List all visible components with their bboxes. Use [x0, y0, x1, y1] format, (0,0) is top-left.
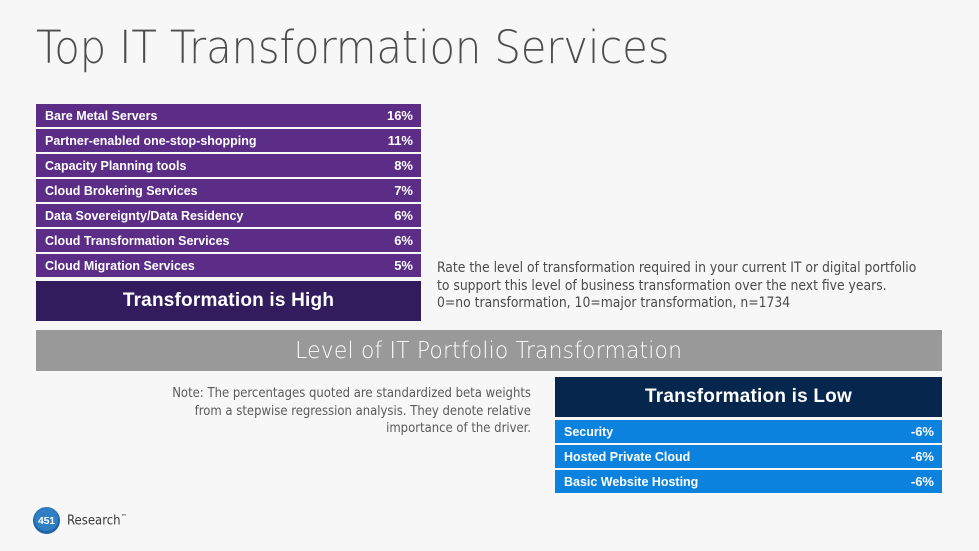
- row-value: -6%: [910, 424, 934, 439]
- logo-circle-icon: 451: [33, 507, 60, 534]
- row-label: Cloud Brokering Services: [45, 183, 198, 198]
- transformation-low-label: Transformation is Low: [645, 386, 852, 407]
- row-label: Partner-enabled one-stop-shopping: [45, 133, 257, 148]
- brand-logo: 451 Research™: [33, 507, 127, 534]
- row-label: Data Sovereignty/Data Residency: [45, 208, 244, 223]
- row-label: Capacity Planning tools: [45, 158, 187, 173]
- gray-band-label: Level of IT Portfolio Transformation: [295, 337, 683, 364]
- row-value: 11%: [387, 133, 413, 148]
- logo-word-text: Research: [67, 513, 121, 529]
- table-row: Cloud Transformation Services 6%: [36, 229, 421, 252]
- logo-mark-text: 451: [38, 514, 55, 527]
- low-transformation-table: Security -6% Hosted Private Cloud -6% Ba…: [555, 420, 942, 495]
- row-label: Cloud Transformation Services: [45, 233, 230, 248]
- transformation-high-label: Transformation is High: [122, 290, 335, 311]
- table-row: Hosted Private Cloud -6%: [555, 445, 942, 468]
- survey-question-text: Rate the level of transformation require…: [437, 260, 917, 311]
- row-value: 6%: [394, 208, 413, 223]
- transformation-low-banner: Transformation is Low: [555, 377, 942, 417]
- row-label: Hosted Private Cloud: [564, 449, 691, 464]
- table-row: Cloud Brokering Services 7%: [36, 179, 421, 202]
- table-row: Data Sovereignty/Data Residency 6%: [36, 204, 421, 227]
- row-value: 6%: [394, 233, 413, 248]
- transformation-high-banner: Transformation is High: [36, 281, 421, 321]
- row-value: 16%: [386, 108, 413, 123]
- row-value: -6%: [910, 449, 934, 464]
- row-label: Cloud Migration Services: [45, 258, 195, 273]
- row-value: 8%: [394, 158, 413, 173]
- row-label: Security: [564, 424, 614, 439]
- high-transformation-table: Bare Metal Servers 16% Partner-enabled o…: [36, 104, 421, 279]
- table-row: Bare Metal Servers 16%: [36, 104, 421, 127]
- logo-wordmark: Research™: [67, 513, 127, 528]
- row-label: Basic Website Hosting: [564, 474, 699, 489]
- row-value: 5%: [394, 258, 413, 273]
- table-row: Security -6%: [555, 420, 942, 443]
- row-value: -6%: [910, 474, 934, 489]
- slide-canvas: Top IT Transformation Services Bare Meta…: [0, 0, 979, 551]
- row-label: Bare Metal Servers: [45, 108, 158, 123]
- table-row: Basic Website Hosting -6%: [555, 470, 942, 493]
- row-value: 7%: [394, 183, 413, 198]
- page-title: Top IT Transformation Services: [36, 21, 670, 74]
- logo-trademark: ™: [120, 512, 127, 521]
- table-row: Cloud Migration Services 5%: [36, 254, 421, 277]
- table-row: Capacity Planning tools 8%: [36, 154, 421, 177]
- methodology-note: Note: The percentages quoted are standar…: [172, 385, 531, 436]
- level-of-it-portfolio-transformation-banner: Level of IT Portfolio Transformation: [36, 330, 942, 371]
- table-row: Partner-enabled one-stop-shopping 11%: [36, 129, 421, 152]
